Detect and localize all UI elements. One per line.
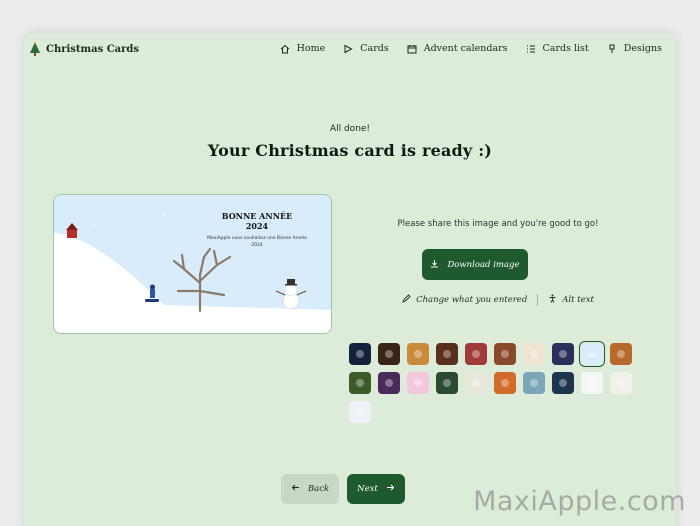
design-motif <box>414 379 422 387</box>
design-reindeer-thumbnail[interactable] <box>552 343 574 365</box>
tree-logo-icon <box>30 42 40 56</box>
design-motif <box>617 379 625 387</box>
alt-text-label: Alt text <box>562 295 594 305</box>
design-cookies-thumbnail[interactable] <box>407 343 429 365</box>
app-frame: Christmas Cards Home Cards Advent calend… <box>24 33 676 526</box>
list-icon <box>526 44 536 54</box>
design-motif <box>588 350 596 358</box>
design-pink-mountains-thumbnail[interactable] <box>407 372 429 394</box>
change-entry-link[interactable]: Change what you entered <box>402 294 527 306</box>
design-motif <box>356 408 364 416</box>
change-entry-label: Change what you entered <box>416 295 528 305</box>
design-motif <box>356 350 364 358</box>
back-label: Back <box>307 484 330 494</box>
design-candycane-thumbnail[interactable] <box>465 343 487 365</box>
brush-icon <box>607 44 617 54</box>
design-motif <box>443 379 451 387</box>
design-thumbnails <box>349 341 639 423</box>
design-motif <box>559 350 567 358</box>
design-motif <box>501 379 509 387</box>
nav-designs-label: Designs <box>623 43 662 54</box>
nav-cards-label: Cards <box>360 43 389 54</box>
design-motif <box>559 379 567 387</box>
home-icon <box>280 44 290 54</box>
nav-cards-list[interactable]: Cards list <box>526 43 589 54</box>
divider <box>537 294 539 306</box>
arrow-right-icon <box>386 483 395 495</box>
design-gingerbread-house-thumbnail[interactable] <box>494 343 516 365</box>
design-motif <box>414 350 422 358</box>
design-motif <box>530 350 538 358</box>
design-snow-hill-thumbnail[interactable] <box>579 341 605 367</box>
design-blue-pattern-thumbnail[interactable] <box>523 372 545 394</box>
design-motif <box>472 350 480 358</box>
design-motif <box>356 379 364 387</box>
secondary-actions: Change what you entered Alt text <box>342 294 654 306</box>
nav-designs[interactable]: Designs <box>607 43 662 54</box>
design-motif <box>385 350 393 358</box>
download-image-button[interactable]: Download image <box>422 249 528 280</box>
design-night-thumbnail[interactable] <box>349 343 371 365</box>
design-forest-thumbnail[interactable] <box>581 372 603 394</box>
design-motif <box>472 379 480 387</box>
download-label: Download image <box>447 259 520 270</box>
nav-cards[interactable]: Cards <box>343 43 389 54</box>
nav-home-label: Home <box>296 43 326 54</box>
design-night-town-thumbnail[interactable] <box>552 372 574 394</box>
back-button[interactable]: Back <box>281 474 339 504</box>
design-chocolate-thumbnail[interactable] <box>436 343 458 365</box>
card-title-line2: 2024 <box>245 221 269 231</box>
design-motif <box>501 350 509 358</box>
play-icon <box>343 44 353 54</box>
design-reindeer-white-thumbnail[interactable] <box>610 372 632 394</box>
next-button[interactable]: Next <box>347 474 405 504</box>
brand-name: Christmas Cards <box>46 43 140 55</box>
calendar-icon <box>407 44 417 54</box>
share-instructions: Please share this image and you're good … <box>397 219 599 229</box>
brand[interactable]: Christmas Cards <box>30 42 139 56</box>
design-gingerbread-man-thumbnail[interactable] <box>610 343 632 365</box>
card-message: MaxiApple vous souhaitez une Bonne Année… <box>207 236 307 248</box>
design-candy-thumbnail[interactable] <box>494 372 516 394</box>
design-ornament-thumbnail[interactable] <box>349 372 371 394</box>
design-wreath-thumbnail[interactable] <box>523 343 545 365</box>
design-fireplace-thumbnail[interactable] <box>378 343 400 365</box>
design-motif <box>443 350 451 358</box>
card-title-line1: BONNE ANNÉE <box>221 211 293 221</box>
design-motif <box>530 379 538 387</box>
pencil-icon <box>402 294 411 306</box>
watermark: MaxiApple.com <box>473 486 686 517</box>
top-nav: Christmas Cards Home Cards Advent calend… <box>24 33 676 67</box>
nav-links: Home Cards Advent calendars Cards list D… <box>280 43 662 54</box>
design-owl-thumbnail[interactable] <box>465 372 487 394</box>
design-motif <box>617 350 625 358</box>
design-presents-thumbnail[interactable] <box>378 372 400 394</box>
card-preview: BONNE ANNÉE 2024 MaxiApple vous souhaite… <box>53 194 332 334</box>
next-label: Next <box>357 484 378 494</box>
done-subtitle: All done! <box>329 124 371 134</box>
page-title: Your Christmas card is ready :) <box>207 141 493 160</box>
design-village-thumbnail[interactable] <box>436 372 458 394</box>
nav-home[interactable]: Home <box>280 43 326 54</box>
alt-text-link[interactable]: Alt text <box>548 294 594 306</box>
accessibility-icon <box>548 294 557 306</box>
card-title: BONNE ANNÉE 2024 <box>207 211 307 231</box>
nav-cards-list-label: Cards list <box>542 43 589 54</box>
design-penguin-thumbnail[interactable] <box>349 401 371 423</box>
arrow-left-icon <box>291 483 300 495</box>
nav-advent-label: Advent calendars <box>423 43 508 54</box>
design-motif <box>588 379 596 387</box>
download-icon <box>430 259 439 271</box>
nav-advent-calendars[interactable]: Advent calendars <box>407 43 508 54</box>
design-motif <box>385 379 393 387</box>
